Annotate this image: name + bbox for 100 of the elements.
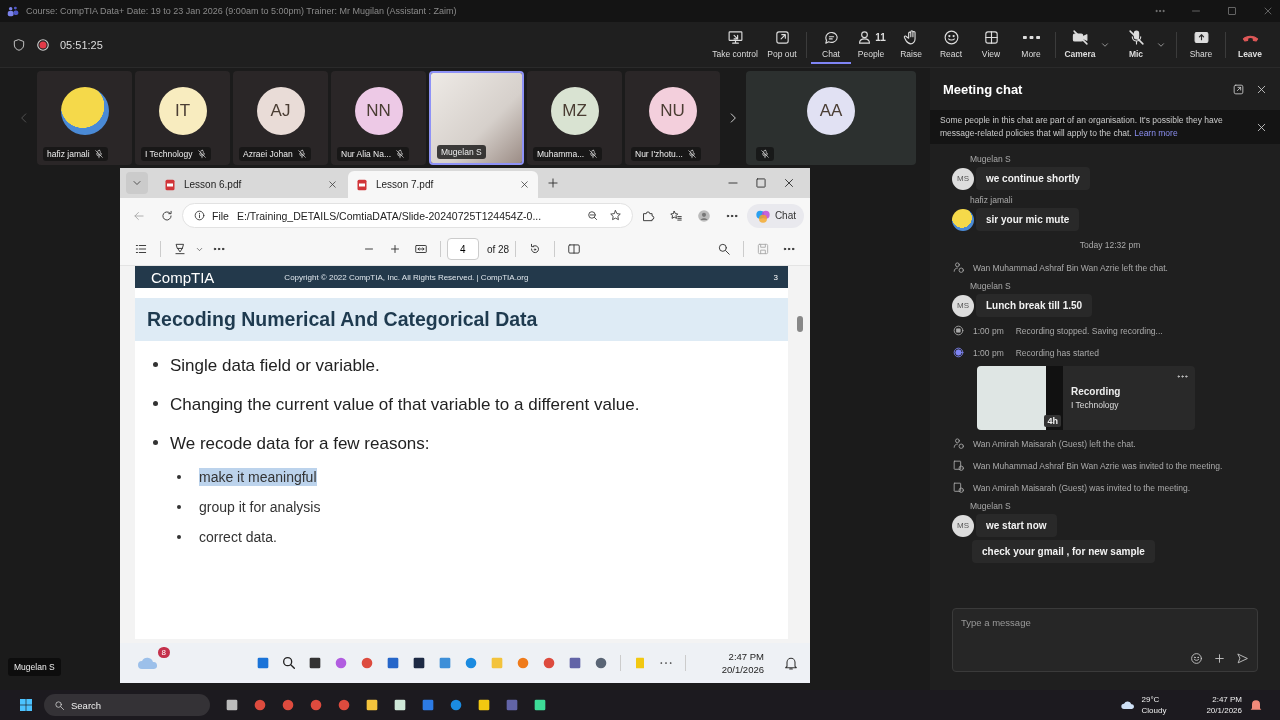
pop-out-button[interactable]: Pop out — [762, 25, 802, 64]
name-label: Azraei Johan — [239, 147, 311, 161]
pdf-icon — [164, 178, 176, 191]
recording-card[interactable]: 4h Recording I Technology — [977, 366, 1195, 430]
participant-tile[interactable]: AA — [746, 71, 916, 165]
screen-icon — [726, 29, 744, 46]
pop-out-icon[interactable] — [1232, 82, 1245, 96]
star-icon[interactable] — [608, 209, 622, 222]
share-button[interactable]: Share — [1181, 25, 1221, 64]
participant-tile[interactable]: NU Nur I'zhotu... — [625, 71, 720, 165]
sender-name: Mugelan S — [970, 501, 1012, 511]
contents-icon[interactable] — [134, 242, 148, 256]
info-icon[interactable] — [193, 209, 206, 222]
sender-name: Mugelan S — [970, 154, 1012, 164]
recording-title: Recording — [1071, 386, 1122, 397]
clock[interactable]: 2:47 PM 20/1/2026 — [1206, 694, 1242, 716]
copyright-text: Copyright © 2022 CompTIA, Inc. All Rights Reserved. | CompTIA.org — [284, 272, 530, 282]
search-icon[interactable] — [717, 242, 731, 256]
bullet-icon — [153, 362, 158, 367]
new-tab-icon[interactable] — [546, 176, 560, 190]
raise-button[interactable]: Raise — [891, 25, 931, 64]
camera-button[interactable]: Camera — [1060, 25, 1100, 64]
message-bubble: we start now — [976, 514, 1057, 537]
close-icon[interactable] — [327, 179, 338, 190]
avatar-initials: MZ — [550, 87, 599, 135]
restore-icon[interactable] — [754, 176, 768, 190]
participant-tile[interactable]: AJ Azraei Johan — [233, 71, 328, 165]
bullet-text: make it meaningful — [199, 468, 317, 486]
bullet-text: correct data. — [199, 528, 277, 546]
leave-button[interactable]: Leave — [1230, 25, 1270, 64]
recording-owner: I Technology — [1071, 400, 1120, 410]
bullet-text: group it for analysis — [199, 498, 321, 516]
refresh-icon[interactable] — [160, 208, 174, 223]
plus-icon[interactable] — [1213, 652, 1226, 665]
meeting-timer: 05:51:25 — [60, 38, 103, 51]
avatar-initials: NU — [648, 87, 697, 135]
mic-button[interactable]: Mic — [1116, 25, 1156, 64]
message-bubble: sir your mic mute — [976, 208, 1080, 231]
maximize-icon[interactable] — [1226, 5, 1238, 17]
avatar-initials: MS — [952, 294, 974, 317]
name-label: I Technology — [141, 147, 211, 161]
event-text: Wan Muhammad Ashraf Bin Wan Azrie left the chat. — [973, 262, 1168, 273]
chat-button[interactable]: Chat — [746, 203, 804, 228]
bullet-icon — [177, 535, 181, 539]
shield-icon — [12, 37, 26, 52]
participant-tile[interactable]: IT I Technology — [135, 71, 230, 165]
search-icon — [54, 699, 65, 711]
learn-more-link[interactable]: Learn more — [1134, 128, 1178, 138]
browser-tab[interactable]: Lesson 7.pdf — [348, 171, 538, 198]
stop-icon — [952, 324, 965, 337]
notice-text: Some people in this chat are part of an organisation. It's possible they have message-related policies that will apply to the chat. Learn more — [940, 114, 1224, 140]
participant-tile[interactable]: MZ Muhamma... — [527, 71, 622, 165]
send-icon[interactable] — [1236, 652, 1249, 665]
more-button[interactable]: More — [1011, 25, 1051, 64]
zoom-out-icon[interactable] — [585, 209, 599, 222]
presenter-label: Mugelan S — [8, 658, 61, 676]
view-button[interactable]: View — [971, 25, 1011, 64]
bullet-icon — [153, 401, 158, 406]
avatar-initials: IT — [158, 87, 207, 135]
fit-width-icon[interactable] — [413, 242, 428, 256]
event-time: 1:00 pm — [973, 325, 1004, 336]
duration-badge: 4h — [1044, 415, 1061, 427]
avatar-initials: NN — [354, 87, 403, 135]
address-field[interactable]: File E:/Training_DETAILS/ComtiaDATA/Slide-20240725T124454Z-0... — [182, 203, 633, 228]
participant-tile[interactable]: NN Nur Alia Na... — [331, 71, 426, 165]
chat-icon — [822, 29, 840, 46]
search-field[interactable]: Search — [44, 694, 210, 716]
chat-button[interactable]: Chat — [811, 25, 851, 64]
avatar-initials: MS — [952, 167, 974, 190]
clock[interactable]: 2:47 PM 20/1/2026 — [721, 650, 764, 676]
take-control-button[interactable]: Take control — [708, 25, 762, 64]
emoji-icon[interactable] — [1190, 652, 1203, 665]
event-text: Recording has started — [1015, 347, 1099, 358]
participant-tile[interactable]: Mugelan S — [429, 71, 524, 165]
bullet-icon — [177, 505, 181, 509]
message-field[interactable]: Type a message — [961, 615, 1249, 630]
people-button[interactable]: 11 People — [851, 25, 891, 64]
message-bubble: check your gmail , for new sample — [972, 540, 1155, 563]
message-bubble: Lunch break till 1.50 — [976, 294, 1093, 317]
close-icon[interactable] — [519, 179, 530, 190]
record-icon — [952, 346, 965, 359]
page-view-icon[interactable] — [567, 242, 582, 256]
page-count: of 28 — [486, 243, 510, 255]
react-button[interactable]: React — [931, 25, 971, 64]
notification-badge: 8 — [157, 647, 170, 658]
avatar-initials: MS — [952, 514, 974, 537]
search-icon[interactable] — [280, 655, 297, 671]
mic-off-icon — [1127, 29, 1145, 46]
draw-icon[interactable] — [173, 242, 187, 256]
bullet-icon — [177, 475, 181, 479]
close-icon[interactable] — [782, 176, 796, 190]
bullet-text: Single data field or variable. — [170, 355, 380, 377]
participant-tile[interactable]: hafiz jamali — [37, 71, 132, 165]
browser-tab[interactable]: Lesson 6.pdf — [156, 171, 346, 198]
page-number-field[interactable]: 4 — [446, 238, 479, 260]
favorites-icon[interactable] — [668, 208, 683, 223]
name-label: Muhamma... — [533, 147, 603, 161]
event-text: Wan Muhammad Ashraf Bin Wan Azrie was invited to the meeting. — [973, 460, 1223, 471]
profile-icon[interactable] — [696, 208, 711, 223]
weather-widget[interactable]: 29°C Cloudy — [1141, 694, 1167, 716]
